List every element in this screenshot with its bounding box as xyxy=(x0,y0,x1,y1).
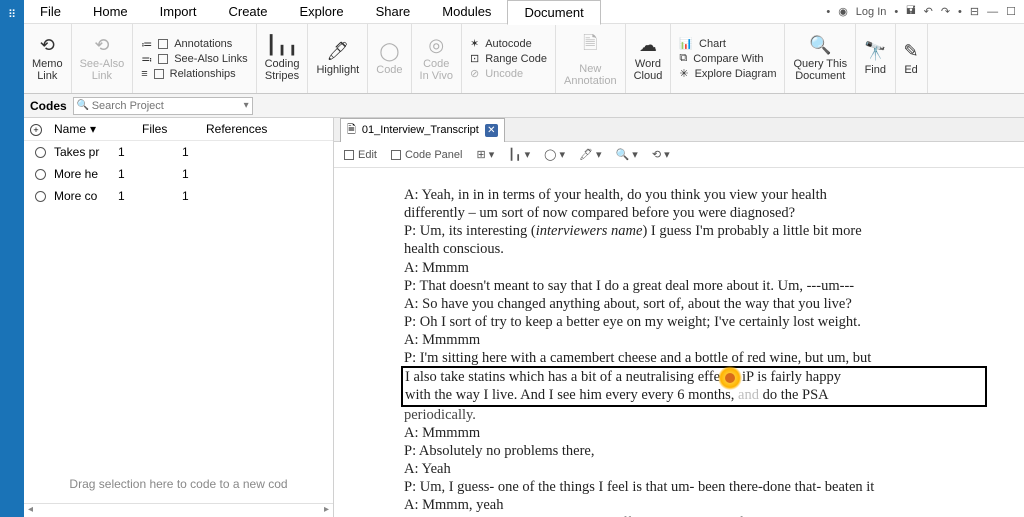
doc-icon: 🗎 xyxy=(347,121,356,140)
search-icon: 🔍 xyxy=(77,100,89,111)
circle-dot-icon: ◎ xyxy=(428,35,444,56)
col-files[interactable]: Files xyxy=(142,122,202,136)
document-toolbar: Edit Code Panel ⊞ ▾ ┃╻ ▾ ◯ ▾ 🖊 ▾ 🔍 ▾ ⟲ ▾ xyxy=(334,142,1024,168)
pencil-icon: ✎ xyxy=(904,41,919,62)
menu-share[interactable]: Share xyxy=(360,0,427,23)
code-dropzone[interactable]: Drag selection here to code to a new cod xyxy=(24,464,333,503)
node-icon xyxy=(35,169,46,180)
maximize-icon[interactable]: ☐ xyxy=(1006,5,1016,18)
link-icon: ⟲ xyxy=(94,35,109,56)
link-icon: ⟲ xyxy=(40,35,55,56)
ribbon-code: ◯ Code xyxy=(368,24,411,93)
codes-label: Codes xyxy=(24,99,73,113)
menu-import[interactable]: Import xyxy=(144,0,213,23)
zoom-menu[interactable]: 🔍 ▾ xyxy=(616,148,638,161)
app-left-rail: ⠿ xyxy=(0,0,24,517)
chevron-down-icon: ▾ xyxy=(90,122,96,136)
pen-menu[interactable]: 🖊 ▾ xyxy=(579,148,602,161)
chart-icon: 📊 xyxy=(679,37,693,50)
ribbon-autocode[interactable]: ✶Autocode xyxy=(470,37,532,50)
stripes-icon: ┃╻╻ xyxy=(266,35,299,56)
add-code-button[interactable]: + xyxy=(30,124,42,136)
menubar: File Home Import Create Explore Share Mo… xyxy=(24,0,1024,24)
chevron-down-icon[interactable]: ▾ xyxy=(244,100,249,111)
menu-document[interactable]: Document xyxy=(507,0,600,25)
ribbon-memo-link[interactable]: ⟲ Memo Link xyxy=(24,24,72,93)
code-row[interactable]: More co 1 1 xyxy=(24,185,333,207)
wand-icon: ✶ xyxy=(470,37,479,50)
circle-menu[interactable]: ◯ ▾ xyxy=(544,148,565,161)
login-link[interactable]: Log In xyxy=(856,6,887,18)
uncode-icon: ⊘ xyxy=(470,67,479,80)
range-icon: ⊡ xyxy=(470,52,479,65)
node-icon xyxy=(35,191,46,202)
compare-icon: ⧉ xyxy=(679,52,687,65)
code-row[interactable]: Takes pr 1 1 xyxy=(24,141,333,163)
ribbon-range-code[interactable]: ⊡Range Code xyxy=(470,52,547,65)
menu-home[interactable]: Home xyxy=(77,0,144,23)
toggle-seealso[interactable]: ≕See-Also Links xyxy=(141,53,247,66)
codes-sidebar: + Name ▾ Files References Takes pr 1 1 M… xyxy=(24,118,334,517)
col-name[interactable]: Name ▾ xyxy=(54,122,138,136)
toggle-relationships[interactable]: ≡Relationships xyxy=(141,68,235,80)
ribbon-coding-stripes[interactable]: ┃╻╻ Coding Stripes xyxy=(257,24,309,93)
document-tabs: 🗎 01_Interview_Transcript ✕ xyxy=(334,118,1024,142)
note-icon: 🗎 xyxy=(583,31,597,61)
circle-icon: ◯ xyxy=(379,41,399,62)
binoculars-icon: 🔭 xyxy=(864,41,886,62)
cursor-highlight-icon xyxy=(720,370,742,386)
sidebar-scrollbar[interactable]: ◂▸ xyxy=(24,503,333,517)
node-icon xyxy=(35,147,46,158)
ribbon-find[interactable]: 🔭 Find xyxy=(856,24,895,93)
stripes-menu[interactable]: ┃╻ ▾ xyxy=(508,148,530,161)
tab-interview-transcript[interactable]: 🗎 01_Interview_Transcript ✕ xyxy=(340,118,505,142)
document-content[interactable]: A: Yeah, in in in terms of your health, … xyxy=(334,168,1024,517)
highlighted-selection[interactable]: I also take statins which has a bit of a… xyxy=(401,366,987,406)
search-project-input[interactable] xyxy=(73,97,253,115)
menu-create[interactable]: Create xyxy=(212,0,283,23)
ribbon-query-this[interactable]: 🔍 Query This Document xyxy=(785,24,856,93)
toggle-annotations[interactable]: ≔Annotations xyxy=(141,38,232,51)
redo-icon[interactable]: ↷ xyxy=(941,5,950,18)
ribbon-code-invivo: ◎ Code In Vivo xyxy=(412,24,462,93)
sync-icon[interactable]: • xyxy=(826,6,830,18)
layout-menu[interactable]: ⊞ ▾ xyxy=(476,148,494,161)
ribbon-view-toggles: ≔Annotations ≕See-Also Links ≡Relationsh… xyxy=(133,24,256,93)
menu-file[interactable]: File xyxy=(24,0,77,23)
ribbon-new-annotation: 🗎 New Annotation xyxy=(556,24,626,93)
magnify-icon: 🔍 xyxy=(809,35,831,56)
link-menu[interactable]: ⟲ ▾ xyxy=(652,148,670,161)
ribbon-chart[interactable]: 📊Chart xyxy=(679,37,726,50)
highlight-icon: 🖊 xyxy=(326,41,349,62)
ribbon: ⟲ Memo Link ⟲ See-Also Link ≔Annotations… xyxy=(24,24,1024,94)
diagram-icon: ✳ xyxy=(679,67,688,80)
edit-toggle[interactable]: Edit xyxy=(344,149,377,161)
ribbon-compare[interactable]: ⧉Compare With xyxy=(679,52,763,65)
col-references[interactable]: References xyxy=(206,122,327,136)
menu-explore[interactable]: Explore xyxy=(284,0,360,23)
save-icon[interactable]: 🖬 xyxy=(906,2,915,21)
ribbon-seealso-link: ⟲ See-Also Link xyxy=(72,24,134,93)
codes-bar: Codes 🔍 ▾ xyxy=(24,94,1024,118)
ribbon-word-cloud[interactable]: ☁ Word Cloud xyxy=(626,24,672,93)
close-tab-button[interactable]: ✕ xyxy=(485,124,498,137)
menu-modules[interactable]: Modules xyxy=(426,0,507,23)
help-icon[interactable]: ⊟ xyxy=(970,5,979,18)
ribbon-highlight[interactable]: 🖊 Highlight xyxy=(308,24,368,93)
code-row[interactable]: More he 1 1 xyxy=(24,163,333,185)
code-panel-toggle[interactable]: Code Panel xyxy=(391,149,463,161)
ribbon-uncode: ⊘Uncode xyxy=(470,67,523,80)
ribbon-edit[interactable]: ✎ Ed xyxy=(896,24,928,93)
cloud-icon: ☁ xyxy=(639,35,657,56)
undo-icon[interactable]: ↶ xyxy=(924,5,933,18)
user-icon[interactable]: ◉ xyxy=(838,5,848,18)
minimize-icon[interactable]: — xyxy=(987,6,998,18)
ribbon-explore-diagram[interactable]: ✳Explore Diagram xyxy=(679,67,776,80)
